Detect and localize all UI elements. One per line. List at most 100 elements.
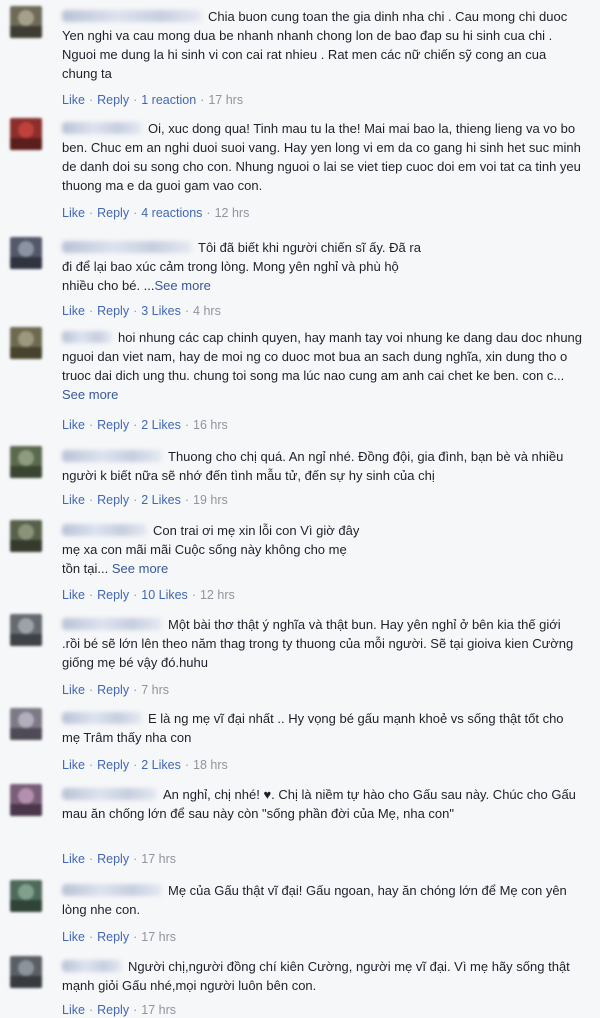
reply-link[interactable]: Reply: [97, 930, 129, 944]
like-link[interactable]: Like: [62, 304, 85, 318]
comment-text: Người chị,người đồng chí kiên Cường, ngư…: [62, 959, 570, 993]
timestamp[interactable]: 17 hrs: [141, 930, 176, 944]
reply-link[interactable]: Reply: [97, 304, 129, 318]
like-link[interactable]: Like: [62, 93, 85, 107]
avatar-blob: [18, 618, 34, 634]
comment-actions: Like · Reply · 7 hrs: [62, 683, 170, 697]
commenter-name-blurred[interactable]: [62, 450, 162, 462]
reactions-count[interactable]: 2 Likes: [141, 418, 181, 432]
like-link[interactable]: Like: [62, 206, 85, 220]
comment-body: Oi, xuc dong qua! Tinh mau tu la the! Ma…: [62, 119, 582, 195]
avatar-blob: [18, 122, 34, 138]
comment-actions: Like · Reply · 4 reactions · 12 hrs: [62, 206, 250, 220]
commenter-name-blurred[interactable]: [62, 884, 162, 896]
timestamp[interactable]: 19 hrs: [193, 493, 228, 507]
like-link[interactable]: Like: [62, 852, 85, 866]
see-more-link[interactable]: See more: [62, 387, 118, 402]
avatar[interactable]: [10, 956, 42, 988]
comment-body: Một bài thơ thật ý nghĩa và thật bun. Ha…: [62, 615, 582, 672]
avatar[interactable]: [10, 6, 42, 38]
avatar-shadow: [10, 347, 42, 359]
timestamp[interactable]: 12 hrs: [200, 588, 235, 602]
avatar-blob: [18, 450, 34, 466]
avatar[interactable]: [10, 118, 42, 150]
timestamp[interactable]: 16 hrs: [193, 418, 228, 432]
timestamp[interactable]: 12 hrs: [215, 206, 250, 220]
like-link[interactable]: Like: [62, 588, 85, 602]
comment-body: Tôi đã biết khi người chiến sĩ ấy. Đã ra…: [62, 238, 422, 295]
avatar[interactable]: [10, 880, 42, 912]
avatar-blob: [18, 788, 34, 804]
timestamp[interactable]: 7 hrs: [141, 683, 169, 697]
commenter-name-blurred[interactable]: [62, 241, 192, 253]
like-link[interactable]: Like: [62, 683, 85, 697]
avatar[interactable]: [10, 614, 42, 646]
comment-body: Mẹ của Gấu thật vĩ đại! Gấu ngoan, hay ă…: [62, 881, 582, 919]
commenter-name-blurred[interactable]: [62, 331, 112, 343]
avatar[interactable]: [10, 237, 42, 269]
like-link[interactable]: Like: [62, 418, 85, 432]
reply-link[interactable]: Reply: [97, 206, 129, 220]
avatar-blob: [18, 524, 34, 540]
avatar-shadow: [10, 728, 42, 740]
commenter-name-blurred[interactable]: [62, 618, 162, 630]
avatar[interactable]: [10, 520, 42, 552]
avatar[interactable]: [10, 708, 42, 740]
reply-link[interactable]: Reply: [97, 418, 129, 432]
comment-actions: Like · Reply · 17 hrs: [62, 1003, 176, 1017]
comment-body: hoi nhung các cap chinh quyen, hay manh …: [62, 328, 582, 404]
timestamp[interactable]: 17 hrs: [141, 1003, 176, 1017]
reply-link[interactable]: Reply: [97, 852, 129, 866]
reply-link[interactable]: Reply: [97, 1003, 129, 1017]
see-more-link[interactable]: See more: [155, 278, 211, 293]
avatar-shadow: [10, 257, 42, 269]
avatar-blob: [18, 712, 34, 728]
commenter-name-blurred[interactable]: [62, 122, 142, 134]
commenter-name-blurred[interactable]: [62, 10, 202, 22]
comment-body: Con trai ơi mẹ xin lỗi con Vì giờ đây mẹ…: [62, 521, 362, 578]
timestamp[interactable]: 17 hrs: [141, 852, 176, 866]
comment-body: Người chị,người đồng chí kiên Cường, ngư…: [62, 957, 582, 995]
avatar[interactable]: [10, 784, 42, 816]
timestamp[interactable]: 18 hrs: [193, 758, 228, 772]
see-more-link[interactable]: See more: [112, 561, 168, 576]
reactions-count[interactable]: 2 Likes: [141, 493, 181, 507]
reactions-count[interactable]: 1 reaction: [141, 93, 196, 107]
reactions-count[interactable]: 4 reactions: [141, 206, 202, 220]
commenter-name-blurred[interactable]: [62, 960, 122, 972]
reply-link[interactable]: Reply: [97, 683, 129, 697]
reply-link[interactable]: Reply: [97, 758, 129, 772]
like-link[interactable]: Like: [62, 930, 85, 944]
comment-actions: Like · Reply · 2 Likes · 18 hrs: [62, 758, 228, 772]
comment-actions: Like · Reply · 2 Likes · 19 hrs: [62, 493, 228, 507]
like-link[interactable]: Like: [62, 1003, 85, 1017]
like-link[interactable]: Like: [62, 758, 85, 772]
comment-body: Thuong cho chị quá. An ngỉ nhé. Đồng đội…: [62, 447, 582, 485]
avatar-shadow: [10, 804, 42, 816]
commenter-name-blurred[interactable]: [62, 712, 142, 724]
avatar-blob: [18, 331, 34, 347]
avatar-shadow: [10, 26, 42, 38]
avatar[interactable]: [10, 327, 42, 359]
avatar-blob: [18, 884, 34, 900]
reactions-count[interactable]: 2 Likes: [141, 758, 181, 772]
comment-actions: Like · Reply · 1 reaction · 17 hrs: [62, 93, 244, 107]
reply-link[interactable]: Reply: [97, 588, 129, 602]
reply-link[interactable]: Reply: [97, 493, 129, 507]
avatar-blob: [18, 10, 34, 26]
avatar[interactable]: [10, 446, 42, 478]
avatar-shadow: [10, 634, 42, 646]
avatar-shadow: [10, 138, 42, 150]
avatar-shadow: [10, 900, 42, 912]
like-link[interactable]: Like: [62, 493, 85, 507]
avatar-blob: [18, 241, 34, 257]
timestamp[interactable]: 17 hrs: [208, 93, 243, 107]
comment-body: Chia buon cung toan the gia dinh nha chi…: [62, 7, 582, 83]
reactions-count[interactable]: 10 Likes: [141, 588, 188, 602]
comment-text: hoi nhung các cap chinh quyen, hay manh …: [62, 330, 583, 383]
commenter-name-blurred[interactable]: [62, 788, 157, 800]
reactions-count[interactable]: 3 Likes: [141, 304, 181, 318]
reply-link[interactable]: Reply: [97, 93, 129, 107]
timestamp[interactable]: 4 hrs: [193, 304, 221, 318]
commenter-name-blurred[interactable]: [62, 524, 147, 536]
